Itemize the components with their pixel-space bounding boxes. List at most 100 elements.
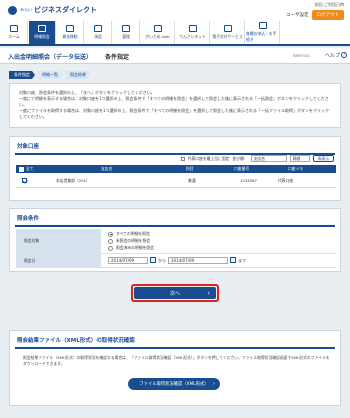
nav-icon [66,25,74,32]
date-from-suffix: から [158,258,166,263]
logo-small-text: みらい [20,7,32,12]
nav-item[interactable]: 資金移動 [57,21,84,44]
account-section-title: 対象口座 [17,144,40,150]
header-branch: 支店名 [101,166,113,171]
logo-text: ビジネスダイレクト [34,6,97,14]
nav-icon [223,25,232,32]
nav-label: 承認 [94,34,102,39]
step-result: 照会結果 [65,71,91,79]
section-divider [15,347,335,349]
radio-button[interactable] [108,238,113,244]
instruction-line: 一度にファイルを取得する場合は、対象口座を1つ選択の上、照会条件で「すべての明細… [19,108,329,119]
table-row[interactable]: 本店営業部（201） 普通 1234567 代表口座 [16,174,336,188]
page-title-bar: 入出金明細照会（データ伝送） 条件指定 BNMT001 ヘルプ ? [0,48,350,64]
chevron-right-icon: › [213,381,215,387]
next-button[interactable]: 次へ › [134,287,216,299]
conditions-section-title: 照会条件 [17,216,40,222]
nav-label: 各種お申込・お手続き [246,31,277,42]
header-number: 口座番号 [234,166,250,171]
nav-icon [94,25,102,32]
radio-all[interactable]: すべての明細を照会 [108,231,150,237]
page-subtitle: 条件指定 [105,54,130,61]
instruction-line: 一度にて明細を表示する場合は、対象口座を1つ選択の上、照会条件で「すべての明細を… [19,96,329,107]
nav-item[interactable]: 電子交付サービス [211,21,245,44]
account-table-header: 全て 支店名 科目 口座番号 口座メモ [16,165,336,173]
nav-icon [258,22,267,29]
radio-button[interactable] [108,231,113,237]
sort-order-select[interactable]: 昇順 [289,155,310,162]
header-memo: 口座メモ [288,166,304,171]
calendar-icon[interactable] [150,257,156,263]
target-label: 照会対象 [16,229,101,253]
row-memo: 代表口座 [278,177,294,183]
radio-label: 未照会の明細を照会 [116,238,151,243]
nav-icon [122,25,130,32]
logout-button[interactable]: ログアウト [311,10,344,20]
nav-label: でんさいネット [179,34,206,39]
nav-label: 管理 [122,34,130,39]
sort-key-select[interactable]: 支店名 [250,155,287,162]
screen-code: BNMT001 [293,54,310,58]
nav-item[interactable]: がいため web [141,21,175,44]
calendar-icon[interactable] [230,257,236,263]
date-label: 照会日 [16,254,101,267]
row-number: 1234567 [240,178,257,183]
bank-logo-icon [8,5,17,15]
instructions-panel: 対象口座、照会条件を選択の上、「次へ」ボタンをクリックしてください。 一度にて明… [9,83,341,128]
nav-item[interactable]: 承認 [85,21,112,44]
chevron-right-icon: › [207,290,210,297]
utility-links: ユーザ設定 ログアウト [286,10,344,20]
date-to-suffix: まで [238,258,246,263]
header: みらい ビジネスダイレクト 前回 ご利用日時 ユーザ設定 ログアウト ホーム 明細… [0,0,350,46]
row-branch: 本店営業部（201） [56,177,90,183]
logo[interactable]: みらい ビジネスダイレクト [8,5,97,15]
radio-button[interactable] [108,245,113,251]
user-settings-link[interactable]: ユーザ設定 [286,12,308,18]
nav-label: がいため web [145,34,170,39]
sort-label: 並び順： [232,155,248,161]
date-from-input[interactable]: 2014/07/09 [108,257,148,264]
account-section: 対象口座 代表口座を最上位に固定 並び順： 支店名 昇順 再表示 全て 支店名 … [9,136,341,201]
step-conditions: 条件指定 [9,71,35,79]
step-indicator: 条件指定 明細一覧 照会結果 [9,71,91,79]
nav-item[interactable]: 各種お申込・お手続き [246,21,280,44]
radio-unread[interactable]: 未照会の明細を照会 [108,238,150,244]
fix-representative-checkbox[interactable] [180,156,185,161]
xml-status-button[interactable]: ファイル取得状況確認（XML形式） › [128,378,220,390]
radio-label: 照会済みの明細を照会 [116,245,154,250]
date-to-input[interactable]: 2014/07/09 [168,257,228,264]
nav-item[interactable]: 管理 [113,21,140,44]
help-icon[interactable]: ? [341,52,347,58]
nav-icon [188,25,197,32]
nav-label: 資金移動 [62,34,78,39]
nav-item[interactable]: でんさいネット [176,21,210,44]
step-list: 明細一覧 [37,71,63,79]
header-all: 全て [26,166,34,171]
page-title: 入出金明細照会（データ伝送） [8,54,93,61]
radio-read[interactable]: 照会済みの明細を照会 [108,245,154,251]
nav-label: ホーム [8,34,20,39]
radio-label: すべての明細を照会 [116,231,150,236]
xml-status-button-label: ファイル取得状況確認（XML形式） [139,382,209,387]
xml-section: 照会結果ファイル（XML形式）の取得状況確認 照会結果ファイル（XML形式）の取… [9,330,341,406]
xml-description: 照会結果ファイル（XML形式）の取得状況を確認する場合は、「ファイル取得状況確認… [23,355,330,366]
select-all-cell[interactable]: 全て [19,166,34,172]
xml-section-title: 照会結果ファイル（XML形式）の取得状況確認 [17,338,135,344]
help-link[interactable]: ヘルプ [325,52,340,59]
conditions-section: 照会条件 照会対象 すべての明細を照会 未照会の明細を照会 照会済みの明細を照会… [9,208,341,272]
row-checkbox[interactable] [22,177,27,184]
resort-button[interactable]: 再表示 [312,155,334,162]
nav-icon [38,25,46,32]
select-all-checkbox[interactable] [19,166,24,172]
next-button-highlight: 次へ › [131,284,219,302]
row-type: 普通 [188,177,196,183]
nav-icon [10,25,18,32]
fix-representative-label: 代表口座を最上位に固定 [187,155,230,161]
header-type: 科目 [186,166,194,171]
nav-item[interactable]: 明細照会 [29,21,56,44]
nav-label: 電子交付サービス [212,34,243,39]
global-nav: ホーム 明細照会 資金移動 承認 管理 がいため web でんさいネット 電子交付サービス 各種… [0,21,350,46]
nav-item[interactable]: ホーム [1,21,28,44]
account-tools: 代表口座を最上位に固定 並び順： 支店名 昇順 再表示 [180,155,334,162]
target-row: 照会対象 すべての明細を照会 未照会の明細を照会 照会済みの明細を照会 [16,229,336,254]
